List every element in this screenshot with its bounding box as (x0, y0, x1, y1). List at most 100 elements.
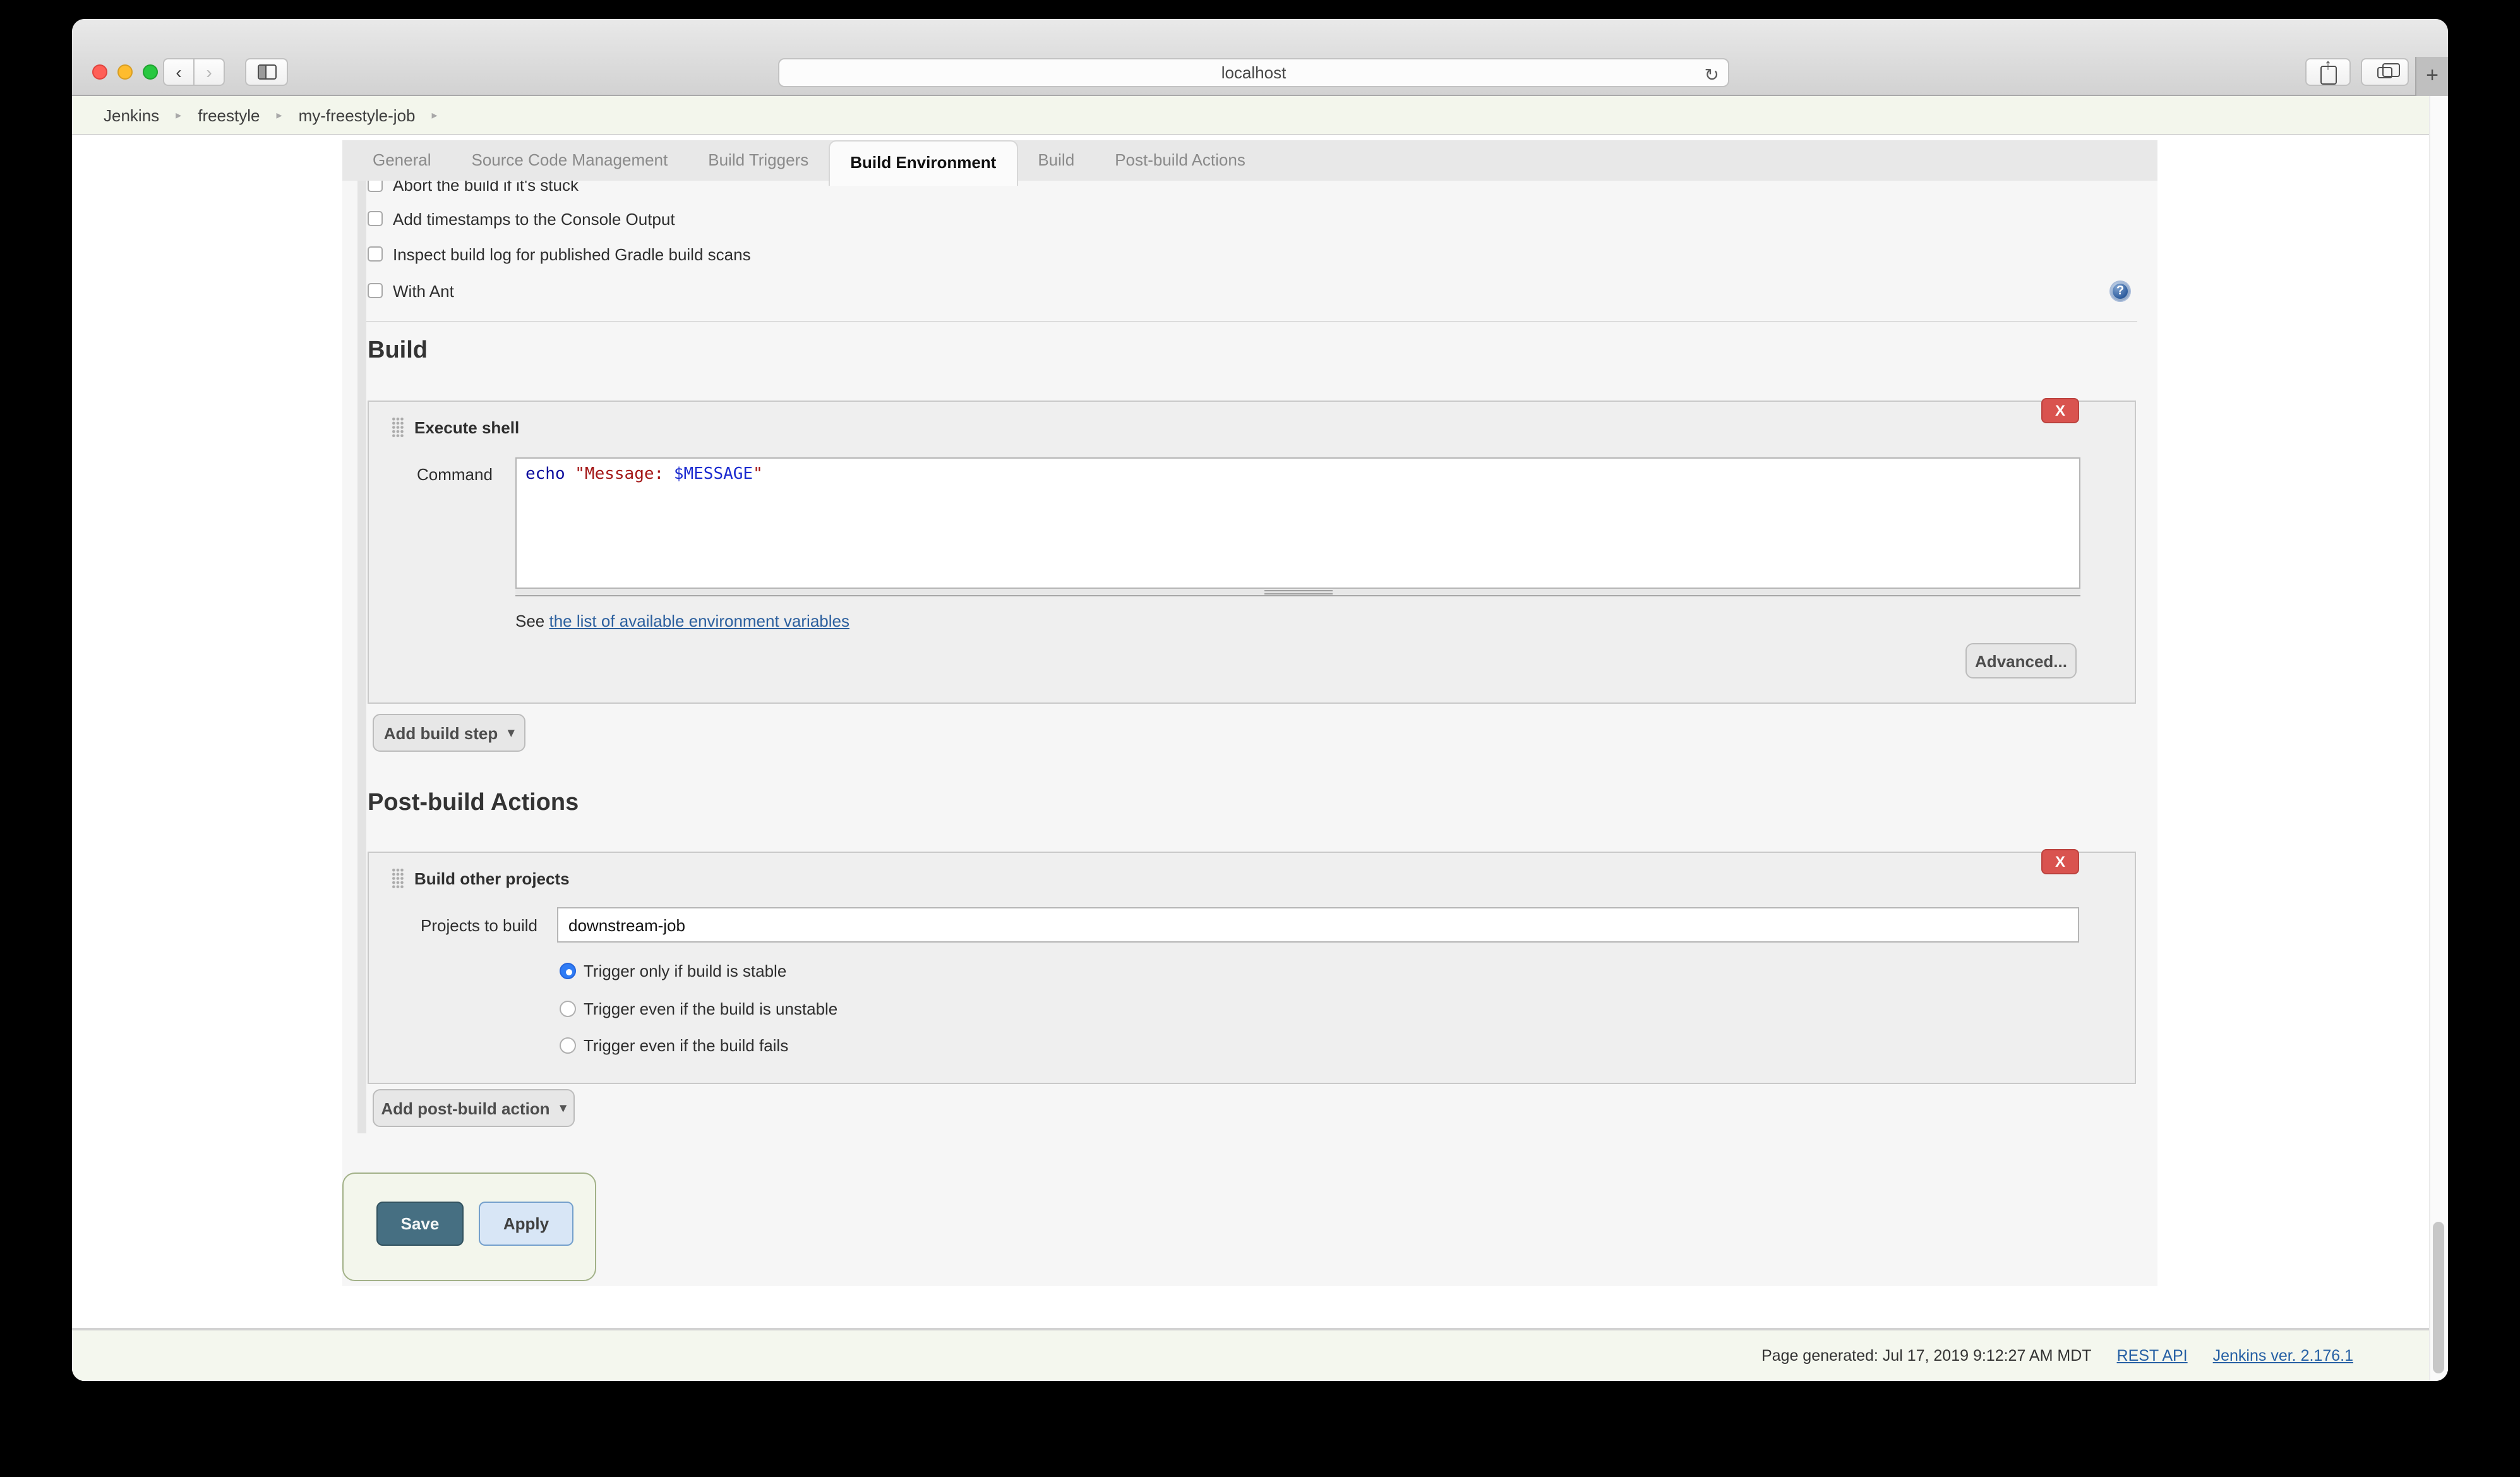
checkbox-row-gradle-scans: Inspect build log for published Gradle b… (368, 241, 751, 267)
minimize-window-button[interactable] (117, 64, 133, 80)
new-tab-button[interactable]: + (2415, 57, 2448, 96)
radio-label: Trigger only if build is stable (584, 961, 786, 980)
advanced-button[interactable]: Advanced... (1965, 643, 2077, 678)
code-keyword: echo (525, 465, 575, 484)
with-ant-checkbox[interactable] (368, 283, 383, 298)
see-text: See (515, 612, 549, 630)
tab-general[interactable]: General (352, 140, 452, 181)
command-editor[interactable]: echo "Message: $MESSAGE" (515, 457, 2080, 589)
browser-titlebar: ‹ › localhost ↻ + (72, 19, 2448, 96)
scrollbar-thumb[interactable] (2433, 1222, 2444, 1373)
tab-build-environment[interactable]: Build Environment (829, 140, 1017, 186)
jenkins-version-link[interactable]: Jenkins ver. 2.176.1 (2213, 1347, 2353, 1365)
section-divider (366, 321, 2137, 322)
tab-build-triggers[interactable]: Build Triggers (688, 140, 829, 181)
execute-shell-panel: Execute shell Command echo "Message: $ME… (368, 401, 2136, 704)
drag-handle-icon[interactable] (392, 417, 404, 437)
apply-button[interactable]: Apply (479, 1202, 573, 1246)
env-vars-link[interactable]: the list of available environment variab… (549, 612, 850, 630)
breadcrumb-jenkins[interactable]: Jenkins (104, 106, 159, 124)
build-other-projects-panel: Build other projects Projects to build T… (368, 852, 2136, 1084)
back-button[interactable]: ‹ (163, 58, 195, 86)
code-variable: $MESSAGE (674, 465, 753, 484)
add-post-build-action-button[interactable]: Add post-build action ▾ (373, 1089, 575, 1127)
projects-to-build-input[interactable] (557, 907, 2079, 943)
timestamps-checkbox[interactable] (368, 211, 383, 226)
delete-post-build-action-button[interactable]: X (2041, 849, 2079, 874)
resize-grip-icon (1264, 590, 1332, 595)
chevron-down-icon: ▾ (560, 1101, 567, 1115)
sidebar-icon (257, 64, 276, 80)
tabs-icon (2377, 66, 2392, 78)
trigger-unstable-radio[interactable] (560, 1000, 576, 1016)
build-step-title: Execute shell (414, 418, 519, 437)
forward-button[interactable]: › (193, 58, 225, 86)
post-build-action-title: Build other projects (414, 869, 570, 888)
rest-api-link[interactable]: REST API (2117, 1347, 2188, 1365)
share-icon (2320, 65, 2336, 84)
tab-build[interactable]: Build (1017, 140, 1095, 181)
checkbox-row-with-ant: With Ant (368, 278, 454, 303)
sidebar-toggle-button[interactable] (245, 58, 288, 86)
share-button[interactable] (2305, 58, 2351, 86)
drag-handle-icon[interactable] (392, 868, 404, 888)
code-string: " (753, 465, 763, 484)
checkbox-row-abort-build: Abort the build if it's stuck (368, 181, 579, 197)
zoom-window-button[interactable] (143, 64, 158, 80)
breadcrumb-freestyle[interactable]: freestyle (198, 106, 260, 124)
build-other-projects-header: Build other projects (392, 868, 570, 888)
add-post-build-action-label: Add post-build action (381, 1099, 549, 1118)
back-icon: ‹ (176, 62, 181, 82)
tab-overview-button[interactable] (2361, 58, 2409, 86)
breadcrumb: Jenkins ▸ freestyle ▸ my-freestyle-job ▸ (72, 96, 2448, 135)
projects-to-build-label: Projects to build (421, 916, 537, 935)
window-controls (92, 64, 158, 80)
scrollbar[interactable] (2429, 96, 2448, 1381)
config-tab-bar: General Source Code Management Build Tri… (342, 140, 2157, 181)
abort-build-checkbox[interactable] (368, 181, 383, 192)
code-string: "Message: (575, 465, 674, 484)
radio-label: Trigger even if the build is unstable (584, 999, 837, 1018)
checkbox-row-timestamps: Add timestamps to the Console Output (368, 206, 675, 231)
command-label: Command (417, 465, 493, 484)
env-vars-hint: See the list of available environment va… (515, 612, 849, 630)
save-button[interactable]: Save (376, 1202, 464, 1246)
save-apply-sticker: Save Apply (342, 1173, 596, 1281)
radio-row-fails: Trigger even if the build fails (560, 1034, 788, 1056)
page-content: General Source Code Management Build Tri… (72, 135, 2448, 1381)
radio-row-stable: Trigger only if build is stable (560, 959, 786, 982)
page-generated-text: Page generated: Jul 17, 2019 9:12:27 AM … (1761, 1347, 2092, 1365)
with-ant-help-icon[interactable]: ? (2111, 282, 2130, 301)
post-build-section-heading: Post-build Actions (368, 790, 579, 817)
radio-row-unstable: Trigger even if the build is unstable (560, 997, 837, 1020)
tab-source-code-management[interactable]: Source Code Management (452, 140, 688, 181)
breadcrumb-separator-icon: ▸ (176, 108, 181, 122)
screen: ‹ › localhost ↻ + Jenkins ▸ freestyle ▸ … (0, 0, 2520, 1477)
add-build-step-label: Add build step (384, 723, 498, 742)
delete-build-step-button[interactable]: X (2041, 398, 2079, 423)
breadcrumb-job[interactable]: my-freestyle-job (299, 106, 416, 124)
close-window-button[interactable] (92, 64, 107, 80)
gradle-scans-checkbox[interactable] (368, 246, 383, 262)
breadcrumb-separator-icon: ▸ (432, 108, 438, 122)
url-text: localhost (1221, 63, 1287, 82)
tab-post-build-actions[interactable]: Post-build Actions (1095, 140, 1266, 181)
breadcrumb-separator-icon: ▸ (277, 108, 282, 122)
checkbox-label: Inspect build log for published Gradle b… (393, 244, 751, 263)
browser-window: ‹ › localhost ↻ + Jenkins ▸ freestyle ▸ … (72, 19, 2448, 1381)
checkbox-label: Abort the build if it's stuck (393, 181, 579, 194)
checkbox-label: With Ant (393, 281, 454, 300)
trigger-fails-radio[interactable] (560, 1037, 576, 1053)
editor-resize-bar[interactable] (515, 589, 2080, 596)
footer-bar: Page generated: Jul 17, 2019 9:12:27 AM … (72, 1328, 2448, 1381)
checkbox-label: Add timestamps to the Console Output (393, 209, 675, 228)
trigger-stable-radio[interactable] (560, 962, 576, 979)
reload-icon[interactable]: ↻ (1705, 62, 1719, 88)
forward-icon: › (206, 62, 212, 82)
address-bar[interactable]: localhost ↻ (778, 58, 1729, 87)
build-section-heading: Build (368, 337, 428, 365)
add-build-step-button[interactable]: Add build step ▾ (373, 714, 525, 752)
section-gutter (357, 181, 366, 1133)
chevron-down-icon: ▾ (508, 726, 514, 740)
config-pane: Abort the build if it's stuck Add timest… (342, 181, 2157, 1286)
